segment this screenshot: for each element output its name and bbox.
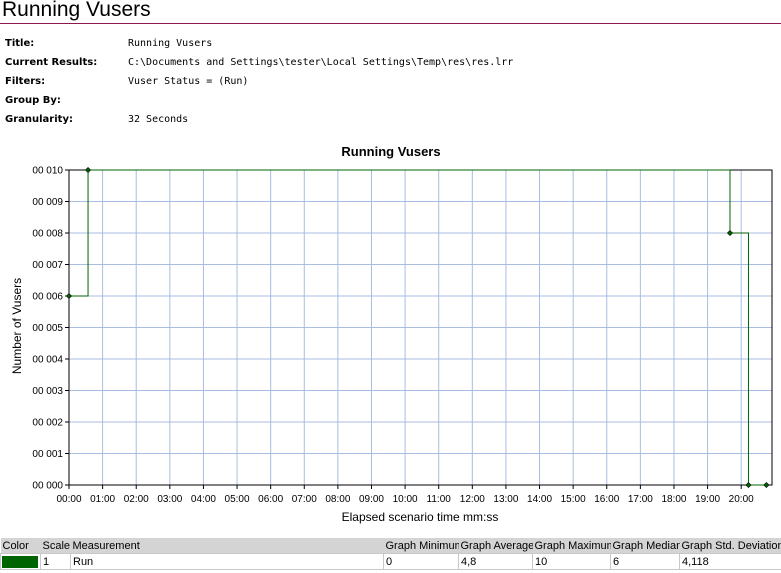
data-point-marker — [85, 166, 92, 174]
x-tick-label: 08:00 — [325, 494, 350, 505]
page-title: Running Vusers — [2, 0, 151, 21]
legend-cell-color — [0, 553, 41, 570]
legend-cell-median: 6 — [610, 553, 680, 570]
x-tick-label: 09:00 — [359, 494, 384, 505]
legend-header-scale: Scale — [40, 538, 71, 554]
x-tick-label: 16:00 — [594, 494, 619, 505]
y-tick-label: 00 002 — [32, 418, 63, 429]
meta-value-title: Running Vusers — [128, 38, 213, 49]
x-tick-label: 13:00 — [493, 494, 518, 505]
meta-label-current-results: Current Results: — [5, 57, 98, 68]
x-tick-label: 03:00 — [157, 494, 182, 505]
y-tick-label: 00 005 — [32, 323, 63, 334]
meta-label-title: Title: — [5, 38, 35, 49]
y-tick-label: 00 003 — [32, 386, 63, 397]
x-tick-label: 18:00 — [661, 494, 686, 505]
x-tick-label: 10:00 — [393, 494, 418, 505]
color-swatch — [2, 555, 38, 568]
chart-title: Running Vusers — [341, 144, 440, 159]
title-divider — [0, 23, 781, 24]
x-tick-label: 07:00 — [292, 494, 317, 505]
legend-row[interactable]: 1 Run 0 4,8 10 6 4,118 — [0, 553, 781, 570]
legend-cell-average: 4,8 — [458, 553, 533, 570]
x-axis-label: Elapsed scenario time mm:ss — [342, 510, 499, 524]
y-tick-label: 00 008 — [32, 229, 63, 240]
x-tick-label: 02:00 — [124, 494, 149, 505]
y-tick-label: 00 000 — [32, 481, 63, 492]
meta-value-current-results: C:\Documents and Settings\tester\Local S… — [128, 57, 514, 68]
x-tick-label: 14:00 — [527, 494, 552, 505]
x-tick-label: 04:00 — [191, 494, 216, 505]
data-point-marker — [726, 229, 734, 237]
legend-cell-measurement: Run — [70, 553, 384, 570]
legend-header-color: Color — [0, 538, 41, 554]
meta-value-filters: Vuser Status = (Run) — [128, 76, 249, 87]
legend-cell-std-deviation: 4,118 — [679, 553, 781, 570]
x-tick-label: 06:00 — [258, 494, 283, 505]
legend-header-graph-median: Graph Median — [610, 538, 680, 554]
x-tick-label: 19:00 — [695, 494, 720, 505]
x-tick-label: 00:00 — [56, 494, 81, 505]
x-tick-label: 12:00 — [460, 494, 485, 505]
legend-header-graph-average: Graph Average — [458, 538, 533, 554]
legend-table: Color Scale Measurement Graph Minimum Gr… — [0, 538, 781, 570]
running-vusers-chart: Running Vusers 00 000 00 001 00 002 00 003 0… — [10, 144, 773, 524]
legend-cell-scale: 1 — [40, 553, 71, 570]
meta-label-granularity: Granularity: — [5, 114, 73, 125]
x-tick-label: 20:00 — [729, 494, 754, 505]
x-tick-label: 17:00 — [628, 494, 653, 505]
x-tick-label: 11:00 — [427, 494, 452, 505]
y-tick-label: 00 004 — [32, 355, 63, 366]
data-point-marker — [763, 481, 770, 489]
legend-header-graph-std-deviation: Graph Std. Deviation — [679, 538, 781, 554]
y-tick-label: 00 006 — [32, 292, 63, 303]
data-point-marker — [65, 292, 73, 300]
y-tick-label: 00 007 — [32, 260, 63, 271]
legend-header-measurement: Measurement — [70, 538, 384, 554]
y-axis-label: Number of Vusers — [10, 278, 24, 374]
meta-label-filters: Filters: — [5, 76, 46, 87]
legend-header-row: Color Scale Measurement Graph Minimum Gr… — [0, 538, 781, 554]
legend-header-graph-maximum: Graph Maximum — [532, 538, 611, 554]
y-tick-label: 00 009 — [32, 197, 63, 208]
legend-cell-minimum: 0 — [383, 553, 459, 570]
x-tick-label: 01:00 — [90, 494, 115, 505]
y-tick-label: 00 010 — [32, 166, 63, 177]
y-tick-label: 00 001 — [32, 449, 63, 460]
x-tick-label: 15:00 — [561, 494, 586, 505]
meta-label-group-by: Group By: — [5, 95, 61, 106]
meta-value-granularity: 32 Seconds — [128, 114, 189, 125]
data-point-marker — [745, 481, 752, 489]
x-tick-label: 05:00 — [225, 494, 250, 505]
legend-header-graph-minimum: Graph Minimum — [383, 538, 459, 554]
legend-cell-maximum: 10 — [532, 553, 611, 570]
